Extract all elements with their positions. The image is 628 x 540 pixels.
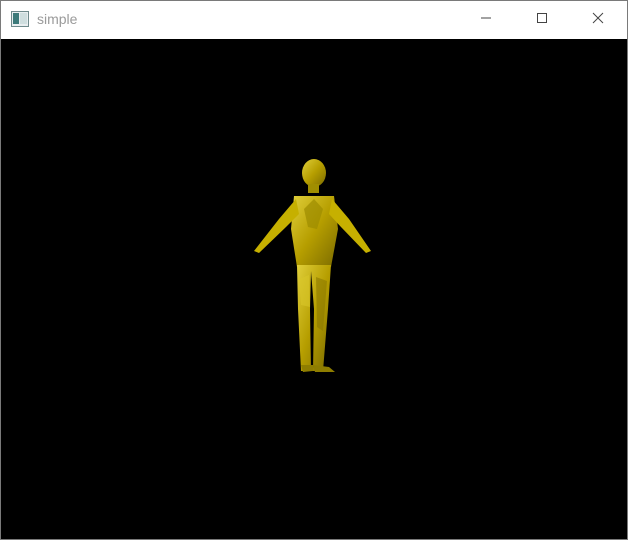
minimize-icon xyxy=(480,11,492,29)
title-bar[interactable]: simple xyxy=(1,1,627,39)
minimize-button[interactable] xyxy=(458,1,514,39)
app-window: simple xyxy=(0,0,628,540)
3d-human-model xyxy=(254,159,371,372)
app-window-icon xyxy=(11,11,29,27)
maximize-icon xyxy=(536,11,548,29)
maximize-button[interactable] xyxy=(514,1,570,39)
render-viewport[interactable] xyxy=(1,39,627,539)
close-button[interactable] xyxy=(570,1,626,39)
close-icon xyxy=(592,11,604,29)
window-title: simple xyxy=(37,11,78,27)
